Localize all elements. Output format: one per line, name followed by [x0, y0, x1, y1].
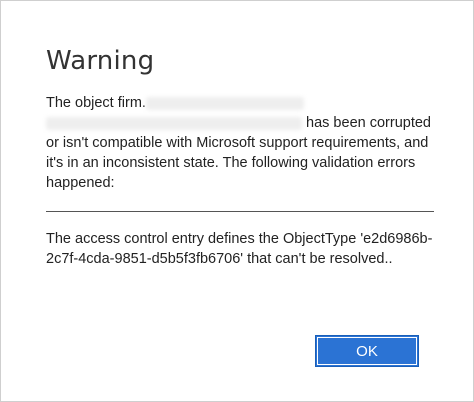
message-body: or isn't compatible with Microsoft suppo…: [46, 135, 429, 191]
warning-message: The object firm. has been corrupted or is…: [46, 93, 438, 193]
validation-error-text: The access control entry defines the Obj…: [46, 231, 433, 267]
redacted-object-name-part-1: [145, 96, 304, 110]
divider: [46, 211, 434, 212]
dialog-title: Warning: [46, 46, 155, 76]
warning-dialog: Warning The object firm. has been corrup…: [0, 0, 474, 402]
message-suffix: has been corrupted: [302, 115, 431, 131]
message-prefix: The object firm.: [46, 95, 146, 111]
redacted-object-name-part-2: [46, 116, 302, 130]
ok-button[interactable]: OK: [315, 335, 419, 367]
